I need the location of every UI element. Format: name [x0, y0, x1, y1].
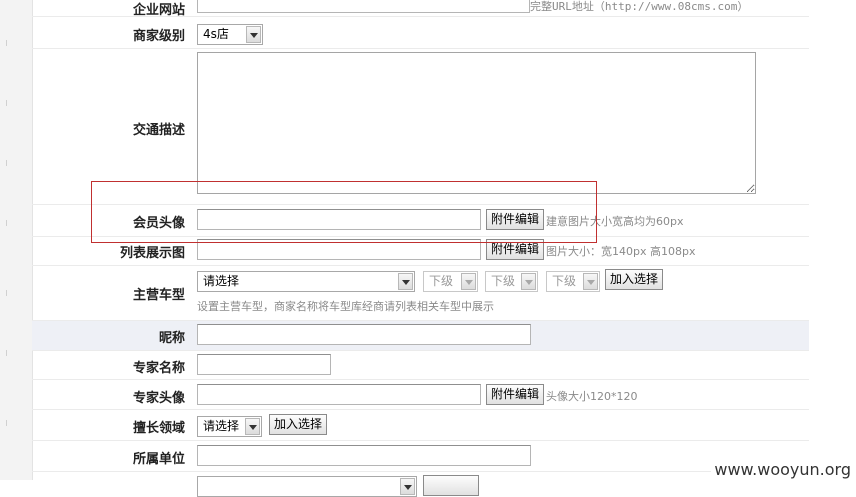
website-input[interactable]	[197, 0, 530, 13]
divider	[6, 160, 7, 166]
watermark-text: www.wooyun.org	[711, 460, 854, 479]
level-label: 商家级别	[132, 29, 185, 44]
left-sidebar-strip	[0, 0, 33, 480]
list-image-label: 列表展示图	[119, 246, 185, 261]
level-select-value: 4s店	[203, 27, 229, 41]
unit-label: 所属单位	[132, 452, 185, 467]
expert-avatar-input[interactable]	[197, 384, 481, 405]
nickname-label: 昵称	[158, 331, 185, 346]
expert-avatar-row: 专家头像 附件编辑 头像大小120*120	[32, 380, 809, 410]
expertise-select-value: 请选择	[203, 419, 240, 433]
expertise-label: 擅长领域	[132, 421, 185, 436]
website-row: 企业网站 完整URL地址（http://www.08cms.com）	[32, 0, 809, 18]
website-label: 企业网站	[132, 3, 185, 18]
divider	[6, 420, 7, 426]
chevron-down-icon[interactable]	[245, 418, 260, 435]
main-models-select-value: 请选择	[203, 274, 240, 288]
expert-avatar-attachment-button[interactable]: 附件编辑	[486, 384, 545, 405]
divider	[6, 290, 7, 296]
expert-name-row: 专家名称	[32, 351, 809, 380]
main-models-note: 设置主营车型，商家名称将车型库经商请列表相关车型中展示	[197, 300, 494, 313]
sub-model-select-1-value: 下级	[429, 274, 454, 288]
divider	[6, 220, 7, 226]
partial-select[interactable]	[197, 476, 417, 497]
expertise-row: 擅长领域 请选择 加入选择	[32, 410, 809, 441]
traffic-label: 交通描述	[132, 123, 185, 138]
chevron-down-icon[interactable]	[246, 26, 261, 43]
chevron-down-icon[interactable]	[461, 273, 476, 290]
list-image-hint: 图片大小：宽140px 高108px	[546, 245, 696, 258]
sub-model-select-2-value: 下级	[491, 274, 516, 288]
level-row: 商家级别 4s店	[32, 17, 809, 49]
chevron-down-icon[interactable]	[583, 273, 598, 290]
main-models-select[interactable]: 请选择	[197, 271, 415, 292]
main-models-row: 主营车型 请选择 下级 下级 下级 加入选择 设置主营车型，商家名称将车型库经商…	[32, 266, 809, 321]
divider	[6, 100, 7, 106]
nickname-input[interactable]	[197, 324, 531, 345]
sub-model-select-3[interactable]: 下级	[546, 271, 600, 292]
main-models-label: 主营车型	[132, 288, 185, 303]
website-hint: 完整URL地址（http://www.08cms.com）	[530, 0, 749, 13]
partial-button[interactable]	[423, 475, 479, 496]
add-model-button[interactable]: 加入选择	[605, 269, 664, 290]
chevron-down-icon[interactable]	[400, 478, 415, 495]
highlight-box	[91, 181, 597, 243]
level-select[interactable]: 4s店	[197, 24, 263, 45]
chevron-down-icon[interactable]	[398, 273, 413, 290]
next-row-partial	[32, 472, 809, 497]
sub-model-select-1[interactable]: 下级	[423, 271, 478, 292]
expert-name-label: 专家名称	[132, 361, 185, 376]
traffic-textarea[interactable]	[197, 52, 756, 194]
unit-input[interactable]	[197, 445, 531, 466]
expert-avatar-label: 专家头像	[132, 391, 185, 406]
sub-model-select-2[interactable]: 下级	[485, 271, 538, 292]
unit-row: 所属单位	[32, 441, 809, 472]
add-expertise-button[interactable]: 加入选择	[269, 414, 328, 435]
divider	[6, 40, 7, 46]
chevron-down-icon[interactable]	[521, 273, 536, 290]
nickname-row: 昵称	[32, 321, 809, 351]
expert-avatar-hint: 头像大小120*120	[546, 390, 638, 403]
expert-name-input[interactable]	[197, 354, 331, 375]
expertise-select[interactable]: 请选择	[197, 416, 262, 437]
divider	[6, 350, 7, 356]
sub-model-select-3-value: 下级	[552, 274, 577, 288]
